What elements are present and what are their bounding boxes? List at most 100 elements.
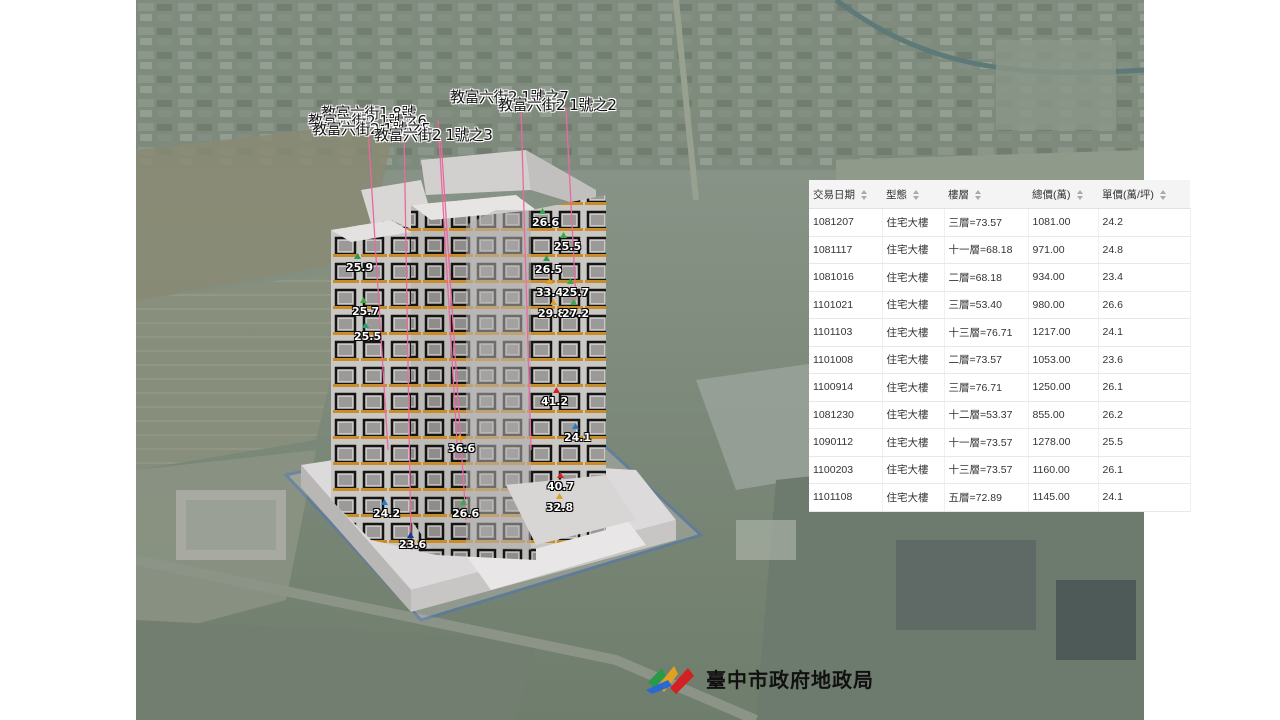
column-header-total-price[interactable]: 總價(萬) — [1028, 180, 1098, 209]
column-header-floor[interactable]: 樓層 — [944, 180, 1028, 209]
unit-price-label: 26.5 — [535, 263, 563, 276]
cell-unit-price: 24.1 — [1098, 318, 1191, 347]
cell-date: 1100203 — [809, 456, 883, 484]
table-row[interactable]: 1081117 住宅大樓 十一層=68.18 971.00 24.8 — [809, 236, 1191, 264]
cell-floor: 三層=76.71 — [944, 373, 1029, 402]
cell-total-price: 971.00 — [1028, 236, 1099, 264]
cell-date: 1081016 — [809, 263, 883, 292]
cell-floor: 十二層=53.37 — [944, 401, 1029, 429]
column-header-label: 單價(萬/坪) — [1102, 188, 1154, 201]
cell-unit-price: 23.6 — [1098, 346, 1191, 374]
cell-type: 住宅大樓 — [882, 401, 945, 429]
cell-type: 住宅大樓 — [882, 373, 945, 402]
cell-total-price: 855.00 — [1028, 401, 1099, 429]
cell-floor: 三層=73.57 — [944, 208, 1029, 237]
cell-floor: 三層=53.40 — [944, 291, 1029, 319]
column-header-label: 型態 — [886, 188, 907, 201]
column-header-label: 樓層 — [948, 188, 969, 201]
cell-floor: 二層=73.57 — [944, 346, 1029, 374]
cell-unit-price: 25.5 — [1098, 428, 1191, 457]
unit-price-label: 36.6 — [448, 442, 476, 455]
cell-date: 1101103 — [809, 318, 883, 347]
table-row[interactable]: 1081207 住宅大樓 三層=73.57 1081.00 24.2 — [809, 208, 1191, 237]
cell-floor: 五層=72.89 — [944, 483, 1029, 512]
unit-price-label: 25.5 — [354, 330, 382, 343]
cell-date: 1090112 — [809, 428, 883, 457]
logo-text: 臺中市政府地政局 — [706, 668, 874, 692]
table-row[interactable]: 1081230 住宅大樓 十二層=53.37 855.00 26.2 — [809, 401, 1191, 429]
transaction-table: 交易日期 型態 樓層 總價(萬) 單價(萬/坪) 1081207 住宅大樓 三層=7… — [809, 180, 1191, 512]
unit-price-label: 40.7 — [547, 480, 575, 493]
cell-unit-price: 24.1 — [1098, 483, 1191, 512]
unit-price-label: 27.2 — [562, 307, 590, 320]
cell-type: 住宅大樓 — [882, 291, 945, 319]
sort-icon — [861, 189, 867, 200]
address-label[interactable]: 教富六街2 1號之2 — [498, 94, 617, 115]
sort-icon — [975, 189, 981, 200]
cell-type: 住宅大樓 — [882, 318, 945, 347]
cell-unit-price: 26.6 — [1098, 291, 1191, 319]
cell-date: 1101021 — [809, 291, 883, 319]
land-administration-logo-icon — [646, 666, 694, 694]
cell-floor: 十三層=73.57 — [944, 456, 1029, 484]
cell-unit-price: 24.8 — [1098, 236, 1191, 264]
sort-icon — [1076, 189, 1083, 200]
cell-type: 住宅大樓 — [882, 236, 945, 264]
table-row[interactable]: 1101008 住宅大樓 二層=73.57 1053.00 23.6 — [809, 346, 1191, 374]
address-label[interactable]: 教富六街2 1號之3 — [374, 124, 493, 145]
cell-type: 住宅大樓 — [882, 456, 945, 484]
cell-unit-price: 26.1 — [1098, 373, 1191, 402]
cell-date: 1100914 — [809, 373, 883, 402]
cell-type: 住宅大樓 — [882, 483, 945, 512]
cell-type: 住宅大樓 — [882, 208, 945, 237]
table-row[interactable]: 1100914 住宅大樓 三層=76.71 1250.00 26.1 — [809, 373, 1191, 402]
cell-total-price: 1278.00 — [1028, 428, 1099, 457]
cell-floor: 十三層=76.71 — [944, 318, 1029, 347]
cell-date: 1081117 — [809, 236, 883, 264]
cell-type: 住宅大樓 — [882, 263, 945, 292]
table-header-row: 交易日期 型態 樓層 總價(萬) 單價(萬/坪) — [809, 180, 1190, 209]
cell-type: 住宅大樓 — [882, 428, 945, 457]
cell-total-price: 1145.00 — [1028, 483, 1099, 512]
unit-price-label: 25.9 — [346, 261, 374, 274]
table-row[interactable]: 1101021 住宅大樓 三層=53.40 980.00 26.6 — [809, 291, 1191, 319]
unit-price-label: 25.7 — [562, 286, 590, 299]
cell-date: 1101008 — [809, 346, 883, 374]
column-header-type[interactable]: 型態 — [882, 180, 944, 209]
unit-price-label: 26.6 — [532, 216, 560, 229]
table-row[interactable]: 1090112 住宅大樓 十一層=73.57 1278.00 25.5 — [809, 428, 1191, 457]
unit-price-label: 23.6 — [399, 538, 427, 551]
table-row[interactable]: 1101108 住宅大樓 五層=72.89 1145.00 24.1 — [809, 483, 1191, 512]
cell-floor: 二層=68.18 — [944, 263, 1029, 292]
table-row[interactable]: 1100203 住宅大樓 十三層=73.57 1160.00 26.1 — [809, 456, 1191, 484]
unit-price-label: 24.2 — [373, 507, 401, 520]
cell-date: 1081230 — [809, 401, 883, 429]
cell-type: 住宅大樓 — [882, 346, 945, 374]
cell-total-price: 1217.00 — [1028, 318, 1099, 347]
cell-unit-price: 24.2 — [1098, 208, 1191, 237]
unit-price-label: 25.7 — [352, 305, 380, 318]
cell-date: 1081207 — [809, 208, 883, 237]
cell-unit-price: 26.2 — [1098, 401, 1191, 429]
column-header-date[interactable]: 交易日期 — [809, 180, 882, 209]
cell-unit-price: 23.4 — [1098, 263, 1191, 292]
sort-icon — [1159, 189, 1166, 200]
cell-total-price: 1160.00 — [1028, 456, 1099, 484]
column-header-label: 交易日期 — [813, 188, 855, 201]
cell-unit-price: 26.1 — [1098, 456, 1191, 484]
column-header-unit-price[interactable]: 單價(萬/坪) — [1098, 180, 1190, 209]
cell-total-price: 1053.00 — [1028, 346, 1099, 374]
table-row[interactable]: 1081016 住宅大樓 二層=68.18 934.00 23.4 — [809, 263, 1191, 292]
unit-price-label: 33.4 — [536, 286, 564, 299]
unit-price-label: 32.8 — [546, 501, 574, 514]
cell-date: 1101108 — [809, 483, 883, 512]
sort-icon — [913, 189, 919, 200]
cell-floor: 十一層=68.18 — [944, 236, 1029, 264]
cell-floor: 十一層=73.57 — [944, 428, 1029, 457]
column-header-label: 總價(萬) — [1032, 188, 1071, 201]
table-row[interactable]: 1101103 住宅大樓 十三層=76.71 1217.00 24.1 — [809, 318, 1191, 347]
cell-total-price: 1081.00 — [1028, 208, 1099, 237]
cell-total-price: 980.00 — [1028, 291, 1099, 319]
unit-price-label: 26.6 — [452, 507, 480, 520]
cell-total-price: 1250.00 — [1028, 373, 1099, 402]
